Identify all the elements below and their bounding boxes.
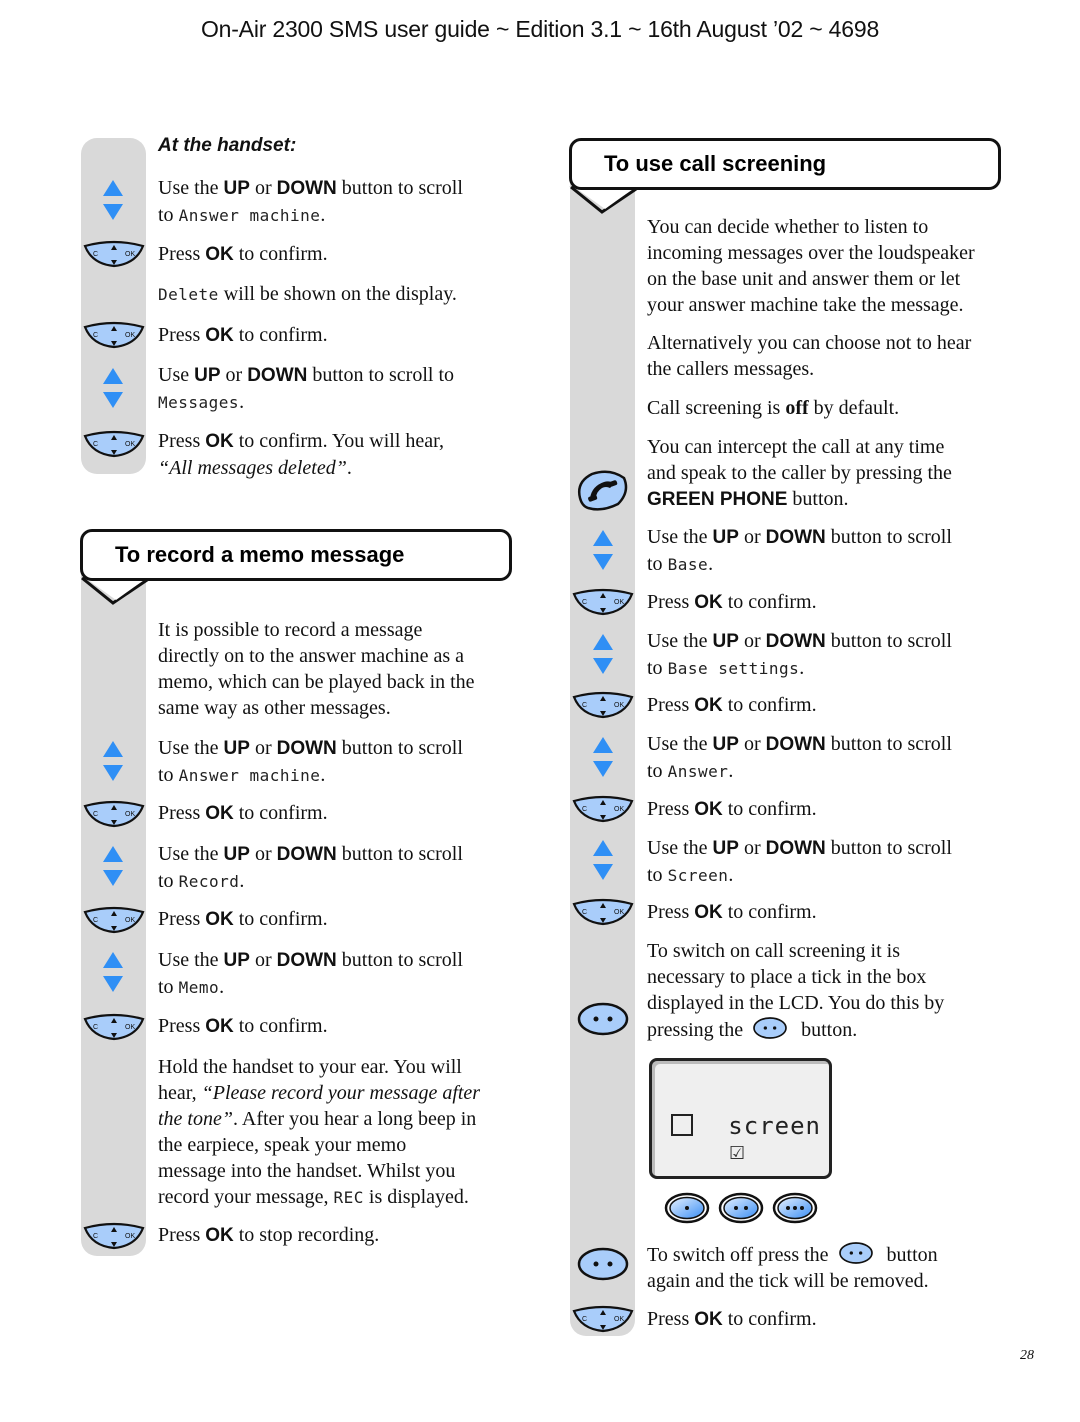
up-down-arrows-icon xyxy=(101,366,125,410)
section-title: To use call screening xyxy=(604,151,827,176)
step-scroll-base: Use the UP or DOWN button to scroll to B… xyxy=(647,526,952,575)
memo-intro-paragraph: It is possible to record a message direc… xyxy=(158,619,475,719)
ok-button-icon xyxy=(571,795,635,823)
up-down-arrows-icon xyxy=(101,844,125,888)
ok-button-icon xyxy=(82,1222,146,1250)
up-down-arrows-icon xyxy=(591,735,615,779)
document-header: On-Air 2300 SMS user guide ~ Edition 3.1… xyxy=(200,16,880,42)
lcd-text: REC xyxy=(333,1188,364,1207)
lcd-text: Memo xyxy=(178,978,220,997)
lcd-text: Base xyxy=(667,555,709,574)
ok-button-icon xyxy=(571,898,635,926)
lcd-screen-label: screen xyxy=(728,1112,821,1140)
step-press-ok: Press OK to confirm. xyxy=(647,694,817,716)
step-scroll-memo: Use the UP or DOWN button to scroll to M… xyxy=(158,949,463,998)
hold-handset-paragraph: Hold the handset to your ear. You will h… xyxy=(158,1056,481,1208)
call-screening-intro-paragraph: You can decide whether to listen to inco… xyxy=(647,216,975,316)
lcd-text: Messages xyxy=(158,393,240,412)
step-scroll-screen: Use the UP or DOWN button to scroll to S… xyxy=(647,837,952,886)
page-number: 28 xyxy=(1020,1348,1034,1363)
step-press-ok-messages-deleted: Press OK to confirm. You will hear, “All… xyxy=(158,430,445,479)
ok-button-icon xyxy=(82,321,146,349)
lcd-text: Delete xyxy=(158,285,219,304)
step-scroll-messages: Use UP or DOWN button to scroll to Messa… xyxy=(158,364,455,413)
ok-button-icon xyxy=(82,1013,146,1041)
step-press-ok-final: Press OK to confirm. xyxy=(647,1308,817,1330)
default-off-paragraph: Call screening is off by default. xyxy=(647,397,900,419)
step-scroll-record: Use the UP or DOWN button to scroll to R… xyxy=(158,843,463,892)
ok-button-icon xyxy=(82,430,146,458)
up-down-arrows-icon xyxy=(591,632,615,676)
up-down-arrows-icon xyxy=(591,528,615,572)
step-press-ok: Press OK to confirm. xyxy=(647,591,817,613)
step-press-ok: Press OK to confirm. xyxy=(647,798,817,820)
switch-on-paragraph: To switch on call screening it is necess… xyxy=(647,940,945,1041)
lcd-text: Base settings xyxy=(667,659,800,678)
step-scroll-answer-machine: Use the UP or DOWN button to scroll to A… xyxy=(158,177,463,226)
step-press-ok-stop-recording: Press OK to stop recording. xyxy=(158,1224,380,1246)
step-delete-shown: Delete will be shown on the display. xyxy=(158,283,457,305)
callout-pointer xyxy=(80,577,152,605)
up-down-arrows-icon xyxy=(101,950,125,994)
softkey-button-inline-icon xyxy=(750,1016,790,1040)
step-press-ok: Press OK to confirm. xyxy=(647,901,817,923)
switch-off-paragraph: To switch off press the button again and… xyxy=(647,1241,938,1294)
step-scroll-answer-machine: Use the UP or DOWN button to scroll to A… xyxy=(158,737,463,786)
intercept-paragraph: You can intercept the call at any time a… xyxy=(647,436,952,510)
ok-button-icon xyxy=(571,1305,635,1333)
lcd-tick-symbol: ☑ xyxy=(729,1143,746,1164)
softkey-button-icon xyxy=(576,1001,630,1037)
lcd-text: Answer machine xyxy=(178,766,321,785)
ok-button-icon xyxy=(82,800,146,828)
up-down-arrows-icon xyxy=(101,178,125,222)
section-title: To record a memo message xyxy=(115,542,405,567)
callout-pointer xyxy=(569,186,641,214)
step-scroll-answer: Use the UP or DOWN button to scroll to A… xyxy=(647,733,952,782)
ok-button-icon xyxy=(571,588,635,616)
lcd-display-illustration: screen ☑ xyxy=(649,1058,832,1179)
ok-button-icon xyxy=(82,906,146,934)
lcd-checkbox-empty xyxy=(671,1114,693,1136)
alternatively-paragraph: Alternatively you can choose not to hear… xyxy=(647,332,972,380)
at-the-handset-subheading: At the handset: xyxy=(158,135,297,156)
lcd-text: Record xyxy=(178,872,240,891)
softkey-three-dots-icon xyxy=(772,1192,818,1224)
step-press-ok: Press OK to confirm. xyxy=(158,1015,328,1037)
ok-button-icon xyxy=(571,691,635,719)
ok-button-icon xyxy=(82,240,146,268)
softkey-two-dots-icon xyxy=(718,1192,764,1224)
step-scroll-base-settings: Use the UP or DOWN button to scroll to B… xyxy=(647,630,952,679)
section-header-call-screening: To use call screening xyxy=(569,138,1001,190)
step-press-ok: Press OK to confirm. xyxy=(158,243,328,265)
softkey-button-inline-icon xyxy=(836,1241,876,1265)
green-phone-button-icon xyxy=(574,468,630,512)
step-press-ok: Press OK to confirm. xyxy=(158,324,328,346)
lcd-text: Answer machine xyxy=(178,206,321,225)
up-down-arrows-icon xyxy=(101,739,125,783)
step-press-ok: Press OK to confirm. xyxy=(158,802,328,824)
section-header-record-memo: To record a memo message xyxy=(80,529,512,581)
lcd-text: Screen xyxy=(667,866,729,885)
up-down-arrows-icon xyxy=(591,838,615,882)
lcd-text: Answer xyxy=(667,762,729,781)
softkey-one-dot-icon xyxy=(664,1192,710,1224)
softkey-button-icon xyxy=(576,1246,630,1282)
step-press-ok: Press OK to confirm. xyxy=(158,908,328,930)
